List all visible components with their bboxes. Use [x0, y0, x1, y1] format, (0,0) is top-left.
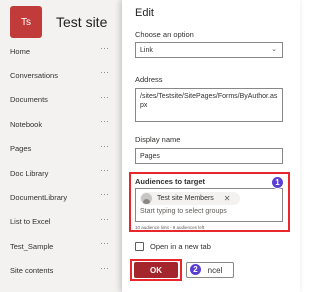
nav-item-site-contents[interactable]: Site contents ···: [0, 259, 126, 283]
nav-item-conversations[interactable]: Conversations ···: [0, 63, 126, 87]
more-options-icon[interactable]: ···: [100, 215, 110, 224]
address-field[interactable]: /sites/Testsite/SitePages/Forms/ByAuthor…: [135, 88, 283, 122]
more-options-icon[interactable]: ···: [100, 45, 110, 53]
nav-item-documents[interactable]: Documents ···: [0, 88, 126, 112]
audience-chip[interactable]: Test site Members ✕: [140, 192, 240, 205]
nav-item-label: Notebook: [10, 119, 43, 129]
more-options-icon[interactable]: ···: [100, 191, 110, 199]
nav-item-doc-library[interactable]: Doc Library ···: [0, 161, 126, 185]
nav-item-label: Site contents: [10, 266, 54, 276]
more-options-icon[interactable]: ···: [100, 264, 110, 273]
nav-item-label: List to Excel: [10, 217, 51, 227]
nav-item-label: Doc Library: [10, 168, 49, 178]
nav-item-notebook[interactable]: Notebook ···: [0, 112, 126, 136]
nav-item-label: Conversations: [10, 71, 58, 81]
sharepoint-page: Ts Test site Home ··· Conversations ··· Do…: [0, 0, 300, 292]
close-icon[interactable]: ✕: [224, 194, 231, 203]
site-logo[interactable]: Ts: [10, 6, 42, 38]
more-options-icon[interactable]: ···: [100, 93, 110, 102]
nav-item-pages[interactable]: Pages ···: [0, 137, 126, 161]
site-header: Ts Test site: [0, 0, 126, 44]
more-options-icon[interactable]: ···: [100, 118, 110, 126]
nav-item-home[interactable]: Home ···: [0, 39, 126, 63]
nav-item-documentlibrary[interactable]: DocumentLibrary ···: [0, 185, 126, 209]
new-tab-label: Open in a new tab: [150, 242, 211, 251]
edit-panel: Edit Choose an option Link ⌄ Address /si…: [122, 0, 300, 292]
nav-item-label: Documents: [10, 95, 48, 105]
nav-item-label: DocumentLibrary: [10, 193, 68, 203]
nav-item-list-to-excel[interactable]: List to Excel ···: [0, 210, 126, 234]
chevron-down-icon: ⌄: [271, 46, 277, 53]
nav-item-test-sample[interactable]: Test_Sample ···: [0, 234, 126, 258]
nav-list: Home ··· Conversations ··· Documents ··· No…: [0, 39, 126, 283]
nav-item-label: Test_Sample: [10, 241, 54, 251]
step-badge-2: 2: [189, 263, 202, 276]
option-dropdown[interactable]: Link ⌄: [135, 42, 283, 58]
address-label: Address: [135, 75, 163, 84]
display-name-value: Pages: [140, 152, 160, 160]
display-name-field[interactable]: Pages: [135, 148, 283, 164]
more-options-icon[interactable]: ···: [100, 142, 110, 151]
new-tab-checkbox[interactable]: [135, 242, 144, 251]
panel-title: Edit: [135, 7, 154, 19]
option-label: Choose an option: [135, 30, 194, 39]
nav-item-label: Pages: [10, 144, 32, 154]
audience-search-input[interactable]: Start typing to select groups: [140, 208, 227, 215]
ok-button[interactable]: OK: [134, 262, 178, 278]
audience-hint: 10 audience limit - 9 audiences left: [135, 225, 205, 230]
group-avatar-icon: [141, 193, 152, 204]
audience-picker[interactable]: Test site Members ✕ Start typing to sele…: [135, 188, 283, 222]
audiences-label: Audiences to target: [135, 177, 206, 186]
more-options-icon[interactable]: ···: [100, 166, 110, 175]
more-options-icon[interactable]: ···: [100, 69, 110, 77]
site-title[interactable]: Test site: [56, 14, 107, 30]
more-options-icon[interactable]: ···: [100, 240, 110, 248]
option-value: Link: [140, 46, 153, 54]
nav-item-label: Home: [10, 46, 31, 56]
new-tab-option[interactable]: Open in a new tab: [135, 242, 211, 251]
display-name-label: Display name: [135, 135, 181, 144]
audience-chip-label: Test site Members: [157, 195, 214, 202]
cancel-label: ncel: [207, 265, 223, 275]
left-navigation: Ts Test site Home ··· Conversations ··· Do…: [0, 0, 126, 292]
step-badge-1: 1: [271, 176, 284, 189]
